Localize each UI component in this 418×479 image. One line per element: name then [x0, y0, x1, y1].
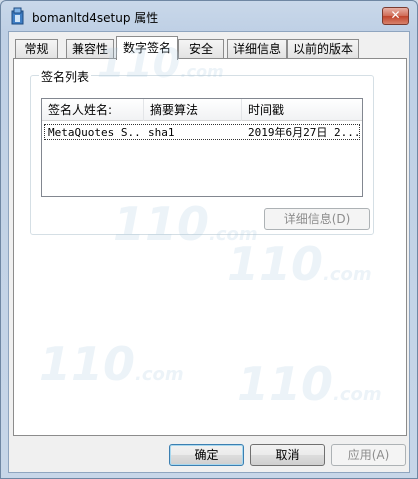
close-button[interactable]: ✕ [382, 7, 409, 25]
cancel-button[interactable]: 取消 [250, 444, 325, 466]
window-title: bomanltd4setup 属性 [32, 11, 159, 25]
list-item[interactable]: MetaQuotes S... sha1 2019年6月27日 2... [44, 124, 360, 140]
column-header-signer[interactable]: 签名人姓名: [42, 99, 144, 121]
installer-icon [10, 7, 26, 25]
tab-compatibility[interactable]: 兼容性 [66, 39, 114, 59]
column-header-timestamp[interactable]: 时间戳 [242, 99, 362, 121]
tab-details[interactable]: 详细信息 [227, 39, 287, 59]
signature-list-group: 签名列表 签名人姓名: 摘要算法 时间戳 MetaQuotes S... sha… [30, 68, 374, 235]
signature-list-label: 签名列表 [39, 68, 92, 85]
signature-list-view[interactable]: 签名人姓名: 摘要算法 时间戳 MetaQuotes S... sha1 201… [41, 98, 363, 197]
tab-digital-signatures[interactable]: 数字签名 [116, 36, 178, 60]
details-button[interactable]: 详细信息(D) [264, 208, 370, 230]
digest-cell: sha1 [148, 126, 175, 139]
tab-general[interactable]: 常规 [15, 39, 58, 59]
column-header-digest[interactable]: 摘要算法 [144, 99, 242, 121]
close-icon: ✕ [390, 8, 401, 22]
list-header: 签名人姓名: 摘要算法 时间戳 [42, 99, 362, 121]
title-bar[interactable]: bomanltd4setup 属性 ✕ [1, 1, 417, 31]
dialog-client-area: 常规 兼容性 数字签名 安全 详细信息 以前的版本 签名列表 签名人姓名: 摘要… [8, 31, 410, 473]
tab-security[interactable]: 安全 [178, 39, 224, 59]
timestamp-cell: 2019年6月27日 2... [248, 126, 360, 139]
apply-button[interactable]: 应用(A) [331, 444, 406, 466]
properties-window: bomanltd4setup 属性 ✕ 常规 兼容性 数字签名 安全 详细信息 … [0, 0, 418, 479]
tab-strip: 常规 兼容性 数字签名 安全 详细信息 以前的版本 [13, 36, 407, 60]
digital-signatures-panel: 签名列表 签名人姓名: 摘要算法 时间戳 MetaQuotes S... sha… [13, 58, 407, 436]
ok-button[interactable]: 确定 [169, 444, 244, 466]
signer-cell: MetaQuotes S... [48, 126, 143, 139]
tab-previous-versions[interactable]: 以前的版本 [287, 39, 359, 59]
